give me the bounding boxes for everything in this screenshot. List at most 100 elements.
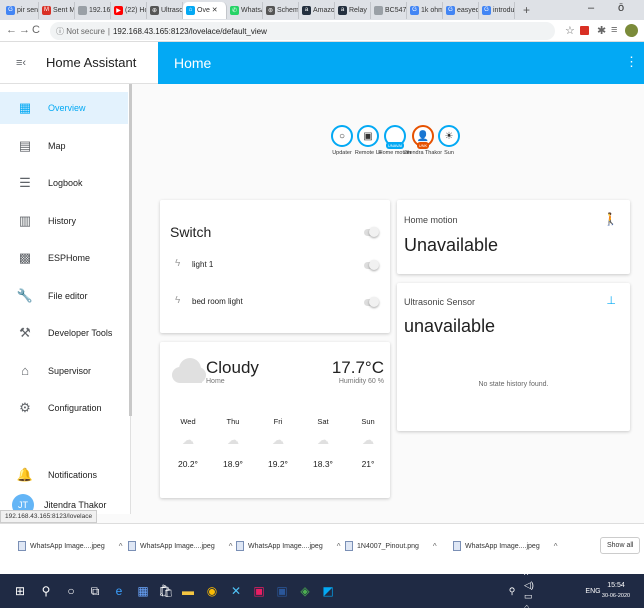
browser-tab[interactable]: ⌂ Ove ✕	[183, 1, 227, 19]
forward-arrow-icon[interactable]: →	[19, 24, 30, 36]
browser-tab[interactable]: M Sent M	[39, 1, 75, 19]
restore-button[interactable]: ō	[618, 2, 624, 14]
sidebar-item-configuration[interactable]: ⚙ Configuration	[0, 392, 128, 424]
sidebar-item-notifications[interactable]: 🔔 Notifications	[0, 459, 128, 491]
entity-card-home-motion[interactable]: Home motion 🚶 Unavailable	[397, 200, 630, 274]
menu-collapse-icon[interactable]: ≡‹	[16, 57, 46, 69]
browser-tab[interactable]: ▶ (22) Ho	[111, 1, 147, 19]
sidebar-item-supervisor[interactable]: ⌂ Supervisor	[0, 355, 128, 387]
tab-favicon-icon: G	[482, 5, 491, 15]
browser-tab[interactable]: ⊕ Ultraso	[147, 1, 183, 19]
task-view-icon[interactable]: ⧉	[87, 583, 103, 599]
sidebar-item-history[interactable]: ▥ History	[0, 205, 128, 237]
browser-tab[interactable]: a Relay	[335, 1, 371, 19]
store-icon[interactable]: 🛍	[158, 583, 174, 599]
chevron-up-icon[interactable]: ^	[433, 542, 437, 551]
star-icon[interactable]: ☆	[565, 24, 575, 37]
clock[interactable]: 15:54 30-06-2020	[598, 579, 634, 603]
search-icon[interactable]: ⚲	[38, 583, 54, 599]
badge-sun[interactable]: ☀ Sun	[427, 125, 471, 156]
tab-title: Ove ✕	[197, 7, 218, 14]
people-icon[interactable]: ⚲	[504, 583, 520, 599]
forecast-day: Wed ☁ 20.2°	[173, 417, 203, 469]
sidebar-item-label: Jitendra Thakor	[44, 500, 107, 510]
download-item[interactable]: WhatsApp Image....jpeg ^	[236, 541, 340, 551]
show-all-button[interactable]: Show all	[600, 537, 641, 554]
url-field[interactable]: ⓘ Not secure | 192.168.43.165:8123/lovel…	[50, 22, 555, 40]
app-icon[interactable]: ▦	[135, 583, 151, 599]
app-icon[interactable]: ✕	[228, 583, 244, 599]
sidebar-item-map[interactable]: ▤ Map	[0, 130, 128, 162]
weather-card[interactable]: Cloudy Home 17.7°C Humidity 60 % Wed ☁ 20.…	[160, 342, 390, 498]
powerpoint-icon[interactable]: ▣	[251, 583, 267, 599]
page-title: Home	[174, 55, 212, 71]
weather-condition: Cloudy	[206, 358, 259, 377]
entity-name: Home motion	[404, 215, 458, 225]
reload-icon[interactable]: C	[32, 24, 40, 36]
browser-tab[interactable]: G 1k ohm	[407, 1, 443, 19]
windows-taskbar: ⊞ ⚲ ○ ⧉ e ▦ 🛍 ▬ ◉ ✕ ▣ ▣ ◈ ◩ ⚲ ^ ◁) ▭ ⌂ E…	[0, 570, 644, 608]
chevron-up-icon[interactable]: ^	[229, 542, 233, 551]
browser-tab[interactable]: ✆WhatsA	[227, 1, 263, 19]
browser-tab[interactable]: 192.161	[75, 1, 111, 19]
sidebar-item-developer-tools[interactable]: ⚒ Developer Tools	[0, 317, 128, 349]
map-icon: ▤	[18, 137, 32, 153]
chevron-up-icon[interactable]: ^	[119, 542, 123, 551]
badge-glyph: ▣	[363, 130, 373, 142]
minimize-button[interactable]: –	[588, 2, 594, 14]
pdf-extension-icon[interactable]	[580, 26, 589, 35]
sidebar-scrollbar[interactable]	[129, 84, 132, 416]
tab-favicon-icon: ⊛	[266, 5, 275, 15]
switch-toggle-light-1[interactable]	[364, 260, 379, 270]
history-icon: ▥	[18, 212, 32, 228]
profile-avatar[interactable]	[625, 24, 638, 37]
reading-list-icon[interactable]: ≡	[611, 24, 617, 36]
file-icon	[345, 541, 353, 551]
switch-toggle-bed-room-light[interactable]	[364, 297, 379, 307]
address-bar-row: ← → C ⓘ Not secure | 192.168.43.165:8123…	[0, 20, 644, 42]
tray-icons[interactable]: ^ ◁) ▭ ⌂	[524, 570, 540, 608]
app-icon[interactable]: ◩	[320, 583, 336, 599]
file-explorer-icon[interactable]: ▬	[180, 583, 196, 599]
forecast-cloud-icon: ☁	[317, 433, 329, 447]
new-tab-button[interactable]: +	[515, 3, 538, 17]
browser-tab[interactable]: BC547	[371, 1, 407, 19]
chevron-up-icon[interactable]: ^	[554, 542, 558, 551]
browser-tab[interactable]: a Amazo	[299, 1, 335, 19]
more-options-icon[interactable]: ⋮	[625, 54, 638, 70]
download-item[interactable]: WhatsApp Image....jpeg ^	[18, 541, 122, 551]
app-toolbar: Home ⋮	[158, 42, 644, 84]
extensions-icon[interactable]: ✱	[597, 24, 606, 37]
forecast-temp: 18.9°	[223, 459, 243, 469]
browser-tab[interactable]: Gpir sens	[3, 1, 39, 19]
sidebar-item-label: Notifications	[48, 470, 98, 480]
edge-icon[interactable]: e	[111, 583, 127, 599]
url-separator: |	[107, 26, 110, 36]
download-item[interactable]: 1N4007_Pinout.png ^	[345, 541, 437, 551]
download-item[interactable]: WhatsApp Image....jpeg ^	[453, 541, 557, 551]
not-secure-label: ⓘ Not secure	[56, 26, 105, 36]
tab-title: Ultraso	[161, 6, 183, 14]
sidebar-item-esphome[interactable]: ▩ ESPHome	[0, 242, 128, 274]
forecast-day-label: Sat	[317, 417, 329, 426]
sidebar-item-overview[interactable]: ▦ Overview	[0, 92, 128, 124]
sidebar-item-file-editor[interactable]: 🔧 File editor	[0, 280, 128, 312]
switch-card-toggle-all[interactable]	[364, 227, 379, 237]
browser-tab[interactable]: ⊛ Schem	[263, 1, 299, 19]
esphome-icon: ▩	[18, 250, 32, 265]
sensor-card-ultrasonic[interactable]: Ultrasonic Sensor ⊥ unavailable No state…	[397, 283, 630, 431]
back-arrow-icon[interactable]: ←	[6, 24, 17, 36]
browser-tab[interactable]: Gintrodu	[479, 1, 515, 19]
forecast-day: Thu ☁ 18.9°	[218, 417, 248, 469]
app-icon[interactable]: ◈	[297, 583, 313, 599]
cortana-icon[interactable]: ○	[63, 583, 79, 599]
chrome-icon[interactable]: ◉	[204, 583, 220, 599]
windows-start-icon[interactable]: ⊞	[12, 583, 28, 599]
word-icon[interactable]: ▣	[274, 583, 290, 599]
tab-favicon-icon: ⌂	[186, 5, 195, 15]
chevron-up-icon[interactable]: ^	[337, 542, 341, 551]
download-item[interactable]: WhatsApp Image....jpeg ^	[128, 541, 232, 551]
sidebar-item-logbook[interactable]: ☰ Logbook	[0, 167, 128, 199]
tab-favicon-icon: G	[446, 5, 455, 15]
browser-tab[interactable]: Geasyed	[443, 1, 479, 19]
